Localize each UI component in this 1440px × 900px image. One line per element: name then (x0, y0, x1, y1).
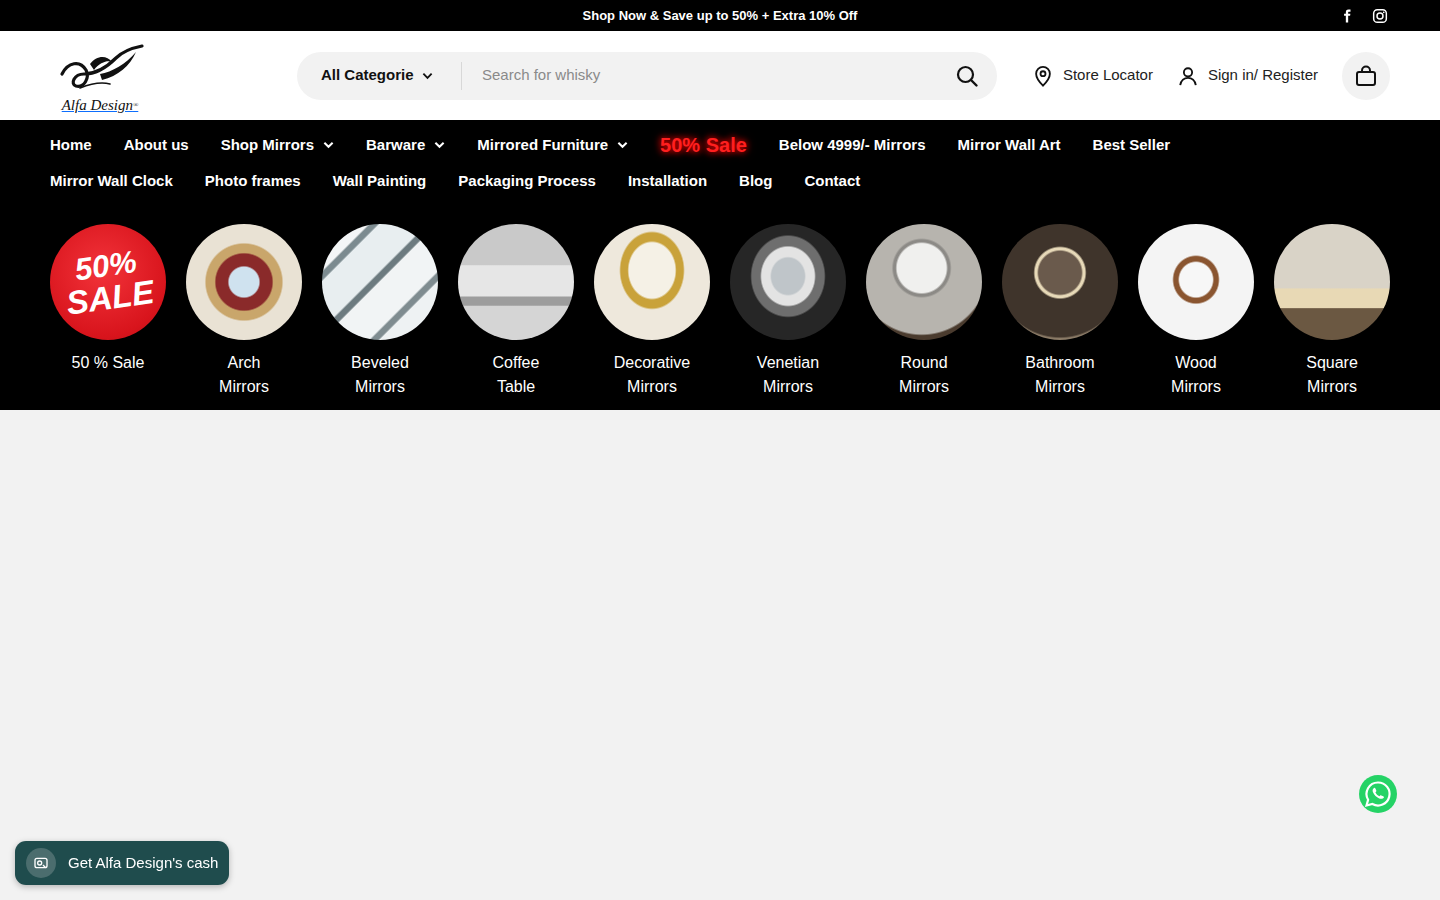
whatsapp-button[interactable] (1358, 774, 1398, 814)
nav-link[interactable]: Mirror Wall Art (958, 134, 1061, 157)
nav-link[interactable]: Barware (366, 134, 445, 157)
nav-link[interactable]: Packaging Process (458, 170, 596, 193)
chevron-down-icon (422, 72, 433, 80)
chevron-down-icon (434, 141, 445, 149)
category-item[interactable]: Arch Mirrors (186, 224, 302, 399)
category-item[interactable]: Decorative Mirrors (594, 224, 710, 399)
nav-link[interactable]: Installation (628, 170, 707, 193)
cart-button[interactable] (1342, 52, 1390, 100)
category-select[interactable]: All Categorie (297, 64, 461, 87)
instagram-icon[interactable] (1372, 8, 1388, 24)
category-item[interactable]: Venetian Mirrors (730, 224, 846, 399)
site-header: Alfa Design® All Categorie Store Locator… (0, 31, 1440, 120)
whatsapp-icon (1358, 774, 1398, 814)
nav-link[interactable]: 50% Sale (660, 130, 747, 160)
category-image (730, 224, 846, 340)
nav-link[interactable]: Best Seller (1093, 134, 1171, 157)
chevron-down-icon (323, 141, 334, 149)
nav-row: Home About us Shop Mirrors Barware Mirrored … (50, 127, 1390, 163)
shopping-bag-icon (1354, 64, 1378, 88)
category-image (1274, 224, 1390, 340)
facebook-icon[interactable] (1340, 8, 1354, 24)
search-icon (955, 64, 979, 88)
search-input[interactable] (462, 64, 947, 87)
category-image (866, 224, 982, 340)
category-item[interactable]: Round Mirrors (866, 224, 982, 399)
category-strip: 50%SALE50 % SaleArch MirrorsBeveled Mirr… (50, 224, 1390, 399)
site-logo[interactable]: Alfa Design® (50, 38, 150, 113)
category-item[interactable]: Square Mirrors (1274, 224, 1390, 399)
nav-link[interactable]: About us (124, 134, 189, 157)
nav-link[interactable]: Photo frames (205, 170, 301, 193)
bird-logo-icon (50, 44, 150, 98)
user-icon (1177, 65, 1199, 87)
announcement-bar: Shop Now & Save up to 50% + Extra 10% Of… (0, 0, 1440, 31)
nav-row: Mirror Wall Clock Photo frames Wall Painti… (50, 163, 1390, 199)
main-navigation: Home About us Shop Mirrors Barware Mirrored … (0, 120, 1440, 410)
category-item[interactable]: Coffee Table (458, 224, 574, 399)
category-image (186, 224, 302, 340)
nav-link[interactable]: Home (50, 134, 92, 157)
category-image (458, 224, 574, 340)
gift-icon (33, 855, 49, 871)
category-item[interactable]: Beveled Mirrors (322, 224, 438, 399)
nav-link[interactable]: Below 4999/- Mirrors (779, 134, 926, 157)
category-item[interactable]: Bathroom Mirrors (1002, 224, 1118, 399)
nav-link[interactable]: Wall Painting (333, 170, 427, 193)
cash-button[interactable]: Get Alfa Design's cash (15, 841, 229, 885)
chevron-down-icon (617, 141, 628, 149)
nav-link[interactable]: Mirrored Furniture (477, 134, 628, 157)
announcement-text: Shop Now & Save up to 50% + Extra 10% Of… (583, 6, 858, 26)
search-button[interactable] (947, 64, 997, 88)
category-image (1138, 224, 1254, 340)
category-image (1002, 224, 1118, 340)
nav-link[interactable]: Blog (739, 170, 772, 193)
sign-in-link[interactable]: Sign in/ Register (1177, 64, 1318, 87)
sale-badge: 50%SALE (50, 224, 166, 340)
category-image (322, 224, 438, 340)
category-image (594, 224, 710, 340)
category-item[interactable]: Wood Mirrors (1138, 224, 1254, 399)
nav-link[interactable]: Mirror Wall Clock (50, 170, 173, 193)
nav-link[interactable]: Contact (804, 170, 860, 193)
location-pin-icon (1032, 64, 1054, 88)
nav-link[interactable]: Shop Mirrors (221, 134, 334, 157)
category-item[interactable]: 50%SALE50 % Sale (50, 224, 166, 399)
search-bar: All Categorie (297, 52, 997, 100)
store-locator-link[interactable]: Store Locator (1032, 64, 1153, 88)
